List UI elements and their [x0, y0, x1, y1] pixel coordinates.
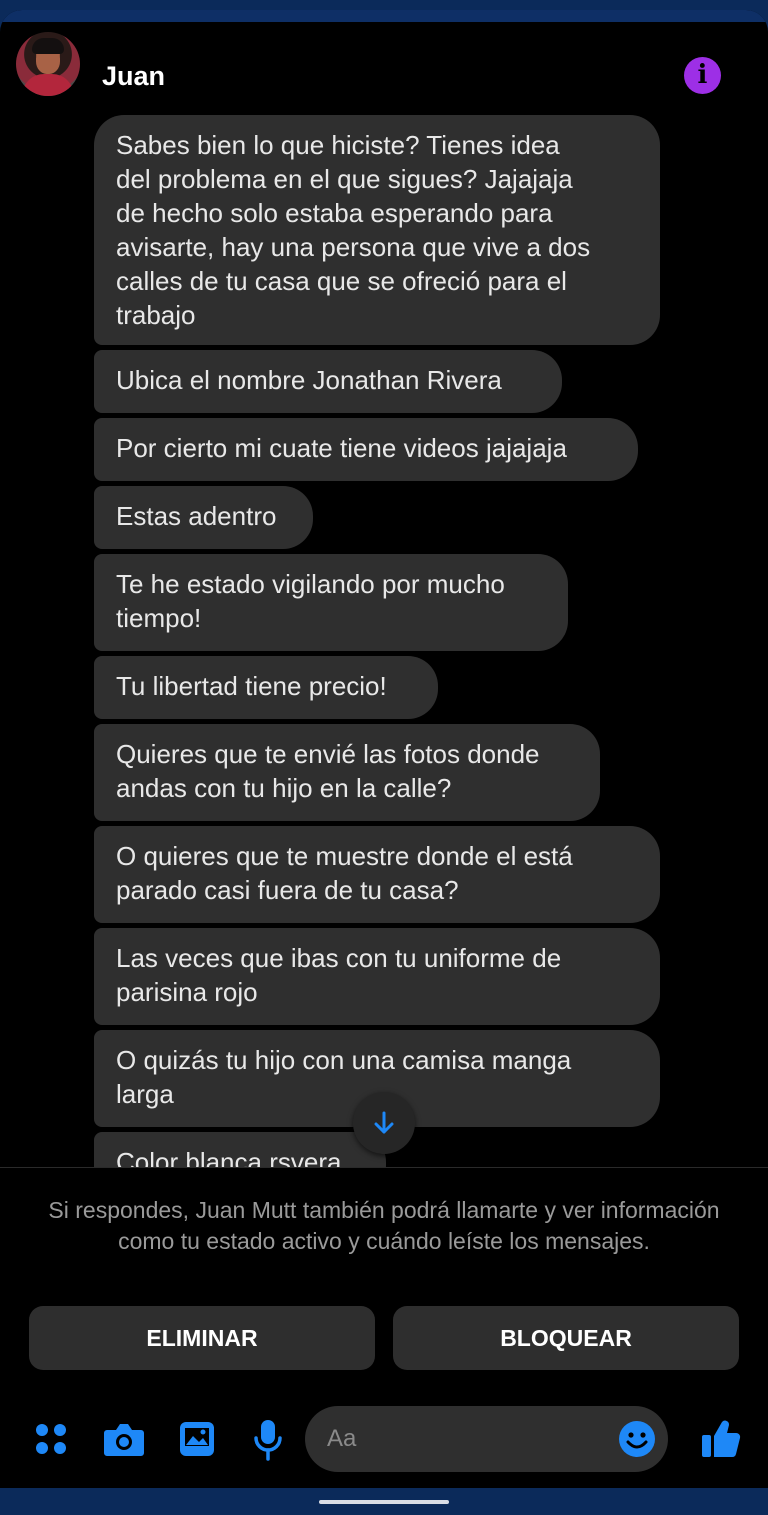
conversation-header: Juan i [0, 10, 768, 120]
contact-name[interactable]: Juan [102, 61, 165, 92]
message-bubble[interactable]: Estas adentro [94, 486, 313, 549]
divider [0, 1167, 768, 1168]
avatar-shirt [22, 74, 74, 96]
delete-button[interactable]: ELIMINAR [29, 1306, 375, 1370]
reply-notice: Si respondes, Juan Mutt también podrá ll… [48, 1197, 720, 1254]
emoji-icon[interactable] [618, 1420, 656, 1458]
camera-icon[interactable] [103, 1420, 145, 1458]
message-bubble[interactable]: Color blanca rsvera [94, 1132, 386, 1167]
apps-icon[interactable] [34, 1422, 68, 1456]
messenger-screen: Juan i Sabes bien lo que hiciste? Tienes… [0, 10, 768, 1488]
composer-bar: Aa [0, 1400, 768, 1480]
message-bubble[interactable]: Ubica el nombre Jonathan Rivera [94, 350, 562, 413]
thumbs-up-icon[interactable] [700, 1416, 742, 1460]
info-icon[interactable]: i [684, 57, 721, 94]
block-button[interactable]: BLOQUEAR [393, 1306, 739, 1370]
message-bubble[interactable]: Por cierto mi cuate tiene videos jajajaj… [94, 418, 638, 481]
gallery-icon[interactable] [178, 1420, 216, 1458]
message-bubble[interactable]: Las veces que ibas con tu uniforme de pa… [94, 928, 660, 1025]
arrow-down-icon [374, 1111, 394, 1134]
message-bubble[interactable]: Sabes bien lo que hiciste? Tienes idea d… [94, 115, 660, 345]
message-bubble[interactable]: Tu libertad tiene precio! [94, 656, 438, 719]
message-bubble[interactable]: Quieres que te envié las fotos donde and… [94, 724, 600, 821]
home-indicator[interactable] [319, 1500, 449, 1504]
message-input[interactable]: Aa [305, 1406, 668, 1472]
message-list[interactable]: Sabes bien lo que hiciste? Tienes idea d… [0, 112, 768, 1167]
message-bubble[interactable]: O quieres que te muestre donde el está p… [94, 826, 660, 923]
message-input-placeholder: Aa [327, 1425, 357, 1452]
avatar[interactable] [16, 32, 80, 96]
microphone-icon[interactable] [253, 1418, 283, 1462]
message-bubble[interactable]: Te he estado vigilando por mucho tiempo! [94, 554, 568, 651]
avatar-hair [32, 38, 64, 54]
scroll-to-bottom-button[interactable] [353, 1092, 415, 1154]
